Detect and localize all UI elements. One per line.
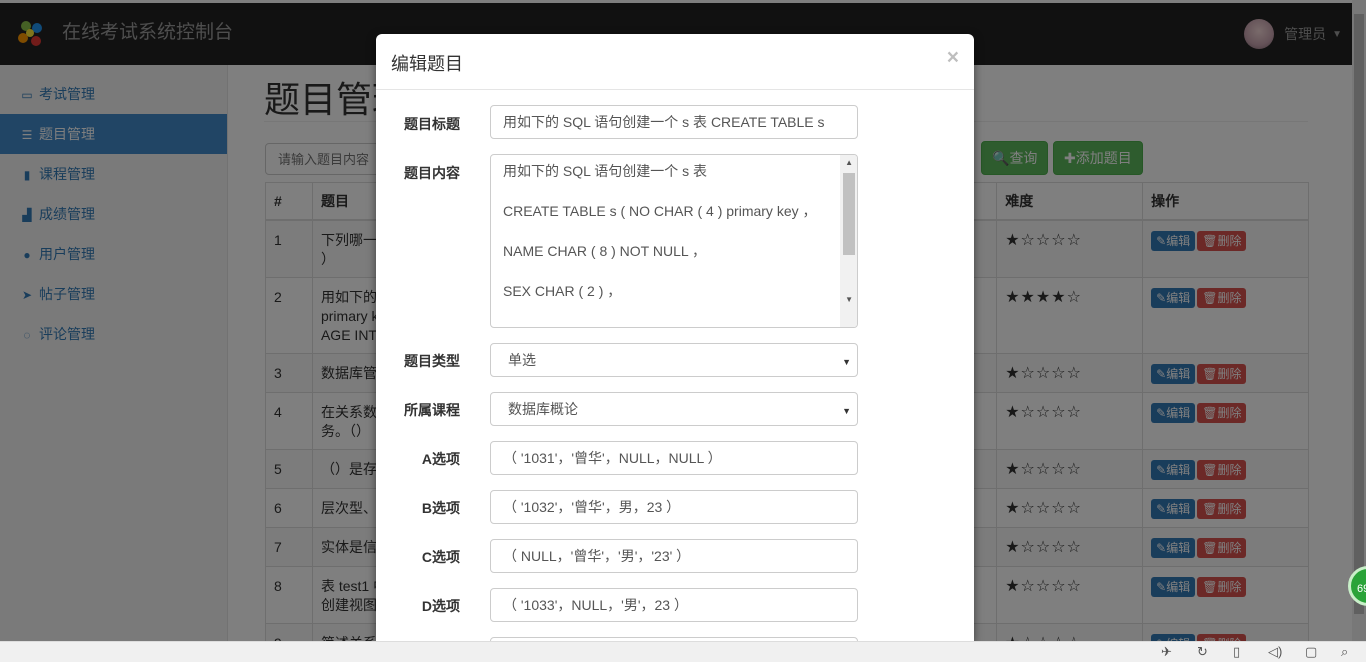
content-line: SEX CHAR ( 2 ) ， xyxy=(503,283,622,299)
pin-icon[interactable]: ✈ xyxy=(1161,644,1172,660)
content-text: 用如下的 SQL 语句创建一个 s 表 CREATE TABLE s ( NO … xyxy=(503,161,823,321)
search-icon[interactable]: ⌕ xyxy=(1341,644,1348,660)
title-label: 题目标题 xyxy=(404,116,460,132)
course-select[interactable]: 数据库概论 ▼ xyxy=(490,392,858,426)
edit-question-modal: 编辑题目 × 题目标题 用如下的 SQL 语句创建一个 s 表 CREATE T… xyxy=(376,34,974,641)
course-value: 数据库概论 xyxy=(508,401,578,417)
option-a-input[interactable]: （ '1031'，'曾华'，NULL，NULL ） xyxy=(490,441,858,475)
content-line: NAME CHAR ( 8 ) NOT NULL ， xyxy=(503,243,707,259)
modal-header: 编辑题目 × xyxy=(376,34,974,90)
type-value: 单选 xyxy=(508,352,536,368)
chevron-down-icon: ▼ xyxy=(842,406,851,416)
trash-icon[interactable]: ▯ xyxy=(1233,644,1240,660)
taskbar: ✈ ↻ ▯ ◁) ▢ ⌕ xyxy=(0,641,1366,662)
option-d-label: D选项 xyxy=(421,598,460,614)
content-line: CREATE TABLE s ( NO CHAR ( 4 ) primary k… xyxy=(503,203,817,219)
option-b-input[interactable]: （ '1032'，'曾华'，男，23 ） xyxy=(490,490,858,524)
option-d-input[interactable]: （ '1033'，NULL，'男'，23 ） xyxy=(490,588,858,622)
chevron-down-icon: ▼ xyxy=(842,357,851,367)
content-textarea[interactable]: 用如下的 SQL 语句创建一个 s 表 CREATE TABLE s ( NO … xyxy=(490,154,858,328)
title-input[interactable]: 用如下的 SQL 语句创建一个 s 表 CREATE TABLE s xyxy=(490,105,858,139)
close-icon[interactable]: × xyxy=(947,46,959,70)
option-c-label: C选项 xyxy=(421,549,460,565)
option-a-label: A选项 xyxy=(421,451,460,467)
type-label: 题目类型 xyxy=(404,353,460,369)
textarea-scrollbar[interactable]: ▲ ▼ xyxy=(840,155,857,327)
scroll-thumb[interactable] xyxy=(843,173,855,255)
scroll-up-icon[interactable]: ▲ xyxy=(845,158,853,167)
scroll-down-icon[interactable]: ▼ xyxy=(845,295,853,304)
sync-icon[interactable]: ↻ xyxy=(1197,644,1208,660)
content-line: 用如下的 SQL 语句创建一个 s 表 xyxy=(503,163,708,179)
window-icon[interactable]: ▢ xyxy=(1305,644,1317,660)
content-label: 题目内容 xyxy=(404,165,460,181)
volume-icon[interactable]: ◁) xyxy=(1268,644,1282,660)
type-select[interactable]: 单选 ▼ xyxy=(490,343,858,377)
modal-title: 编辑题目 xyxy=(391,54,463,74)
course-label: 所属课程 xyxy=(404,402,460,418)
option-c-input[interactable]: （ NULL，'曾华'，'男'，'23' ） xyxy=(490,539,858,573)
option-b-label: B选项 xyxy=(421,500,460,516)
